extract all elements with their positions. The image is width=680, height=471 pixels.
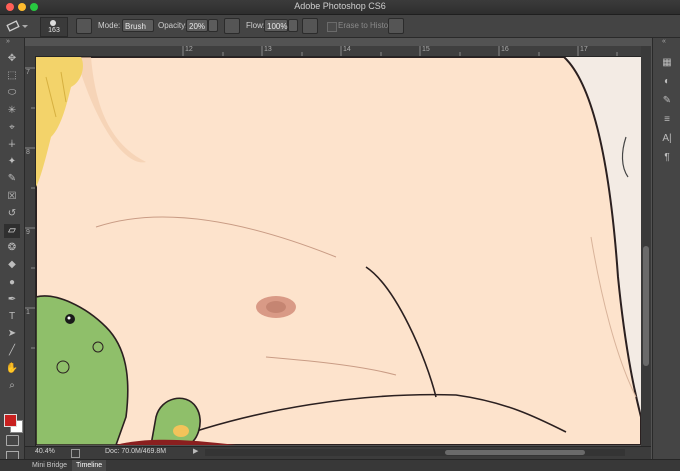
brush-tip-icon xyxy=(50,20,56,26)
history-brush-icon[interactable]: ↺ xyxy=(4,207,20,221)
zoom-level[interactable]: 40.4% xyxy=(35,448,55,455)
options-bar: 163 Mode: Brush Opacity: 20% Flow: 100% … xyxy=(0,15,680,38)
frog-paw-pad xyxy=(173,425,189,437)
mode-value: Brush xyxy=(125,22,146,31)
flow-label: Flow: xyxy=(246,21,266,30)
ruler-tick-label: 14 xyxy=(343,46,351,53)
tab-mini-bridge[interactable]: Mini Bridge xyxy=(28,460,71,471)
zoom-icon[interactable]: ⌕ xyxy=(4,379,20,393)
opacity-field[interactable]: 20% xyxy=(186,19,208,32)
pressure-size-icon[interactable] xyxy=(388,18,404,34)
ruler-tick-label: 15 xyxy=(422,46,430,53)
artwork xyxy=(36,57,641,445)
path-select-icon[interactable]: ➤ xyxy=(4,327,20,341)
paint-bucket-icon[interactable]: ❂ xyxy=(4,241,20,255)
dodge-icon[interactable]: ● xyxy=(4,276,20,290)
collapse-panels-icon[interactable]: « xyxy=(662,38,666,45)
blur-icon[interactable]: ◆ xyxy=(4,258,20,272)
status-menu-arrow-icon[interactable]: ▶ xyxy=(193,447,198,455)
tab-timeline[interactable]: Timeline xyxy=(72,460,107,471)
quick-mask-icon[interactable] xyxy=(6,435,19,446)
opacity-label: Opacity: xyxy=(158,21,188,30)
nipple-inner xyxy=(266,301,286,313)
eraser-icon[interactable]: ▱ xyxy=(4,224,20,238)
hand-icon[interactable]: ✋ xyxy=(4,362,20,376)
pen-icon[interactable]: ✒ xyxy=(4,293,20,307)
brush-panel-icon[interactable]: ✎ xyxy=(659,94,675,108)
horizontal-scrollbar[interactable] xyxy=(205,449,625,456)
brush-presets-icon[interactable]: ≡ xyxy=(659,113,675,127)
character-panel-icon[interactable]: A| xyxy=(659,132,675,146)
tools-panel: » ✥ ⬚ ⬭ ✳ ⌖ ∔ ✦ ✎ ☒ ↺ ▱ ❂ ◆ ● ✒ T ➤ ╱ ✋ ⌕ xyxy=(0,38,25,470)
paragraph-panel-icon[interactable]: ¶ xyxy=(659,151,675,165)
mode-select[interactable]: Brush xyxy=(122,19,154,32)
erase-to-history-checkbox[interactable] xyxy=(327,22,337,32)
lasso-icon[interactable]: ⬭ xyxy=(4,86,20,100)
brush-size-value: 163 xyxy=(48,27,60,34)
brush-preset-picker[interactable]: 163 xyxy=(40,17,68,37)
status-bar: 40.4% Doc: 70.0M/469.8M ▶ xyxy=(25,446,651,459)
ruler-tick-label: 12 xyxy=(185,46,193,53)
clone-stamp-icon[interactable]: ☒ xyxy=(4,190,20,204)
color-panel-icon[interactable]: ▦ xyxy=(659,56,675,70)
vertical-ruler-ticks xyxy=(25,67,35,349)
ruler-tick-label: 1 xyxy=(26,309,30,316)
pressure-opacity-icon[interactable] xyxy=(224,18,240,34)
collapse-tools-icon[interactable]: » xyxy=(6,38,10,45)
crop-icon[interactable]: ⌖ xyxy=(4,121,20,135)
flow-dropdown-button[interactable] xyxy=(288,19,298,32)
adjustments-panel-icon[interactable]: ◐ xyxy=(659,75,675,89)
type-icon[interactable]: T xyxy=(4,310,20,324)
line-icon[interactable]: ╱ xyxy=(4,344,20,358)
document-canvas[interactable] xyxy=(36,57,641,445)
marquee-icon[interactable]: ⬚ xyxy=(4,69,20,83)
flow-value: 100% xyxy=(267,22,288,31)
eyedropper-icon[interactable]: ∔ xyxy=(4,138,20,152)
brush-panel-toggle-icon[interactable] xyxy=(76,18,92,34)
erase-to-history-label: Erase to History xyxy=(338,21,395,30)
ruler-tick-label: 17 xyxy=(580,46,588,53)
ruler-tick-label: 13 xyxy=(264,46,272,53)
move-icon[interactable]: ✥ xyxy=(4,52,20,66)
bottom-panel-tabs: Mini Bridge Timeline xyxy=(0,459,680,471)
eraser-tool-preset-icon[interactable] xyxy=(6,19,28,33)
opacity-value: 20% xyxy=(189,22,206,31)
document-info: Doc: 70.0M/469.8M xyxy=(105,448,167,455)
opacity-dropdown-button[interactable] xyxy=(208,19,218,32)
ruler-tick-label: 7 xyxy=(26,69,30,76)
mode-label: Mode: xyxy=(98,21,121,30)
ruler-tick-label: 16 xyxy=(501,46,509,53)
brush-icon[interactable]: ✎ xyxy=(4,172,20,186)
app-title: Adobe Photoshop CS6 xyxy=(294,1,386,11)
horizontal-scroll-thumb[interactable] xyxy=(445,450,585,455)
vertical-scrollbar[interactable] xyxy=(641,46,651,446)
foreground-color-swatch[interactable] xyxy=(4,414,17,427)
ruler-tick-label: 9 xyxy=(26,229,30,236)
healing-brush-icon[interactable]: ✦ xyxy=(4,155,20,169)
airbrush-icon[interactable] xyxy=(302,18,318,34)
frog-eye-highlight xyxy=(67,316,71,320)
horizontal-ruler-ticks xyxy=(182,46,618,56)
horizontal-ruler: 12 13 14 15 16 17 xyxy=(25,46,641,57)
ruler-tick-label: 8 xyxy=(26,149,30,156)
flow-field[interactable]: 100% xyxy=(264,19,288,32)
title-bar: Adobe Photoshop CS6 xyxy=(0,0,680,15)
share-icon[interactable] xyxy=(71,449,80,458)
panel-dock: « ▦ ◐ ✎ ≡ A| ¶ xyxy=(652,38,680,470)
vertical-ruler: 7 8 9 1 xyxy=(25,56,36,446)
vertical-scroll-thumb[interactable] xyxy=(643,246,649,366)
quick-select-icon[interactable]: ✳ xyxy=(4,104,20,118)
